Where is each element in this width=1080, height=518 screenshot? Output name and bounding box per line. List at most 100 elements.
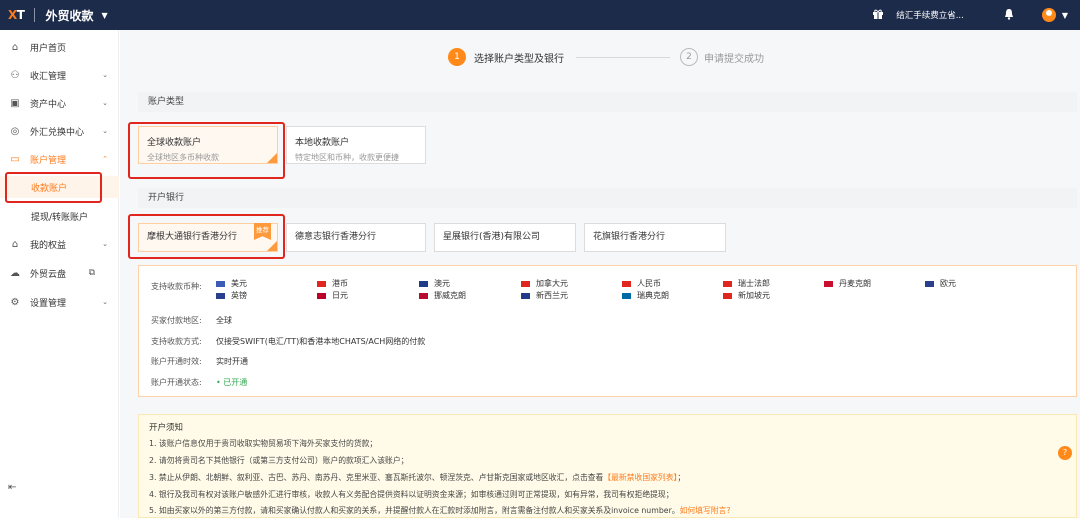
currency-sgd: 新加坡元: [723, 290, 770, 301]
account-type-heading: 账户类型: [138, 92, 1077, 112]
chevron-down-icon: ⌄: [102, 99, 108, 107]
highlight-box: [5, 172, 102, 203]
currency-cad: 加拿大元: [521, 278, 568, 289]
currency-usd: 美元: [216, 278, 247, 289]
flag-hkd-icon: [317, 280, 326, 287]
method-value: 仅接受SWIFT(电汇/TT)和香港本地CHATS/ACH网络的付款: [216, 337, 426, 346]
bank-option-dbs[interactable]: 星展银行(香港)有限公司: [434, 223, 576, 252]
flag-sek-icon: [622, 292, 631, 299]
flag-eur-icon: [925, 280, 934, 287]
chevron-down-icon[interactable]: ▼: [101, 11, 107, 20]
flag-gbp-icon: [216, 292, 225, 299]
home-icon: ⌂: [11, 41, 19, 53]
method-label: 支持收款方式:: [151, 337, 202, 346]
bell-icon[interactable]: [1004, 8, 1014, 23]
sidebar-item-collection[interactable]: ⚇ 收汇管理 ⌄: [0, 64, 119, 86]
logo[interactable]: XT: [8, 8, 25, 22]
main-content: 1 选择账户类型及银行 2 申请提交成功 账户类型 全球收款账户 全球地区多币种…: [120, 30, 1080, 518]
status-value: • 已开通: [216, 378, 248, 387]
divider: [34, 8, 36, 22]
sidebar-item-benefits[interactable]: ⌂ 我的权益 ⌄: [0, 233, 119, 255]
flag-nok-icon: [419, 292, 428, 299]
help-icon[interactable]: ?: [1058, 446, 1072, 460]
step-2-number: 2: [680, 48, 698, 66]
how-to-fill-remark-link[interactable]: 如何填写附言?: [680, 506, 731, 515]
flag-aud-icon: [419, 280, 428, 287]
timing-value: 实时开通: [216, 357, 248, 366]
top-bar: XT 外贸收款 ▼ 结汇手续费立省... ▼: [0, 0, 1080, 30]
step-1-label: 选择账户类型及银行: [474, 54, 564, 65]
flag-cny-icon: [622, 280, 631, 287]
gift-icon[interactable]: [872, 8, 884, 23]
flag-chf-icon: [723, 280, 732, 287]
chevron-down-icon[interactable]: ▼: [1062, 11, 1068, 20]
account-notice: 开户须知 1. 该账户信息仅用于贵司收取实物贸易项下海外买家支付的货款； 2. …: [138, 414, 1077, 518]
chevron-up-icon: ⌃: [102, 155, 108, 163]
chevron-down-icon: ⌄: [102, 127, 108, 135]
chevron-down-icon: ⌄: [102, 71, 108, 79]
step-connector: [576, 57, 670, 58]
step-indicator: 1 选择账户类型及银行 2 申请提交成功: [120, 46, 1080, 70]
currency-nok: 挪威克朗: [419, 290, 466, 301]
timing-label: 账户开通时效:: [151, 357, 202, 366]
notice-line-5: 5. 如由买家以外的第三方付款，请和买家确认付款人和买家的关系，并提醒付款人在汇…: [149, 506, 731, 515]
chevron-down-icon: ⌄: [102, 298, 108, 306]
card-icon: ▭: [10, 153, 20, 165]
notice-title: 开户须知: [149, 423, 184, 433]
flag-sgd-icon: [723, 292, 732, 299]
sidebar-item-cloud[interactable]: ☁ 外贸云盘 ⧉: [0, 262, 119, 284]
currency-gbp: 英镑: [216, 290, 247, 301]
flag-nzd-icon: [521, 292, 530, 299]
exchange-icon: ◎: [10, 125, 20, 137]
sidebar-subitem-withdraw-account[interactable]: 提现/转账账户: [0, 205, 119, 227]
highlight-box: [128, 214, 285, 259]
currency-jpy: 日元: [317, 290, 348, 301]
account-type-local[interactable]: 本地收款账户 特定地区和币种，收款更便捷: [286, 126, 426, 164]
step-1-number: 1: [448, 48, 466, 66]
currency-aud: 澳元: [419, 278, 450, 289]
currency-eur: 欧元: [925, 278, 956, 289]
currency-nzd: 新西兰元: [521, 290, 568, 301]
payer-region-label: 买家付款地区:: [151, 316, 202, 325]
gear-icon: ⚙: [10, 296, 20, 308]
currency-cny: 人民币: [622, 278, 661, 289]
currency-sek: 瑞典克朗: [622, 290, 669, 301]
flag-jpy-icon: [317, 292, 326, 299]
currency-chf: 瑞士法郎: [723, 278, 770, 289]
sidebar-item-assets[interactable]: ▣ 资产中心 ⌄: [0, 92, 119, 114]
bank-option-deutsche[interactable]: 德意志银行香港分行: [286, 223, 426, 252]
step-2-label: 申请提交成功: [704, 54, 764, 65]
bank-option-citi[interactable]: 花旗银行香港分行: [584, 223, 726, 252]
collapse-menu-icon[interactable]: ⇤: [8, 482, 16, 493]
flag-cad-icon: [521, 280, 530, 287]
banned-countries-link[interactable]: 【最新禁收国家列表】: [603, 473, 677, 482]
highlight-box: [128, 122, 285, 179]
external-link-icon: ⧉: [88, 268, 95, 278]
fee-notice[interactable]: 结汇手续费立省...: [896, 9, 964, 21]
flag-usd-icon: [216, 280, 225, 287]
flag-dkk-icon: [824, 280, 833, 287]
chevron-down-icon: ⌄: [102, 240, 108, 248]
currency-hkd: 港币: [317, 278, 348, 289]
cloud-icon: ☁: [10, 267, 20, 279]
avatar[interactable]: [1041, 8, 1056, 22]
sidebar-item-account[interactable]: ▭ 账户管理 ⌃: [0, 148, 119, 170]
currency-dkk: 丹麦克朗: [824, 278, 871, 289]
user-icon: ⚇: [10, 69, 20, 81]
account-details: 支持收款币种: 美元 港币 澳元 加拿大元 人民币 瑞士法郎 丹麦克朗 欧元英镑 日元 挪威克朗 新…: [138, 265, 1077, 397]
payer-region-value: 全球: [216, 316, 232, 325]
notice-line-3: 3. 禁止从伊朗、北朝鲜、叙利亚、古巴、苏丹、南苏丹、克里米亚、塞瓦斯托波尔、顿…: [149, 473, 686, 482]
status-label: 账户开通状态:: [151, 378, 202, 387]
sidebar-item-settings[interactable]: ⚙ 设置管理 ⌄: [0, 291, 119, 313]
gift-icon: ⌂: [11, 238, 19, 250]
bank-heading: 开户银行: [138, 188, 1077, 208]
app-title[interactable]: 外贸收款: [45, 7, 93, 24]
sidebar-item-exchange[interactable]: ◎ 外汇兑换中心 ⌄: [0, 120, 119, 142]
sidebar: ⌂ 用户首页 ⚇ 收汇管理 ⌄ ▣ 资产中心 ⌄ ◎ 外汇兑换中心 ⌄ ▭ 账户…: [0, 30, 119, 518]
notice-line-1: 1. 该账户信息仅用于贵司收取实物贸易项下海外买家支付的货款；: [149, 439, 378, 448]
notice-line-4: 4. 银行及我司有权对该账户敏感外汇进行审核，收款人有义务配合提供资料以证明资金…: [149, 490, 674, 499]
currency-label: 支持收款币种:: [151, 282, 202, 291]
wallet-icon: ▣: [10, 97, 20, 109]
notice-line-2: 2. 请勿将贵司名下其他银行（或第三方支付公司）账户的款项汇入该账户；: [149, 456, 409, 465]
sidebar-item-home[interactable]: ⌂ 用户首页: [0, 36, 119, 58]
